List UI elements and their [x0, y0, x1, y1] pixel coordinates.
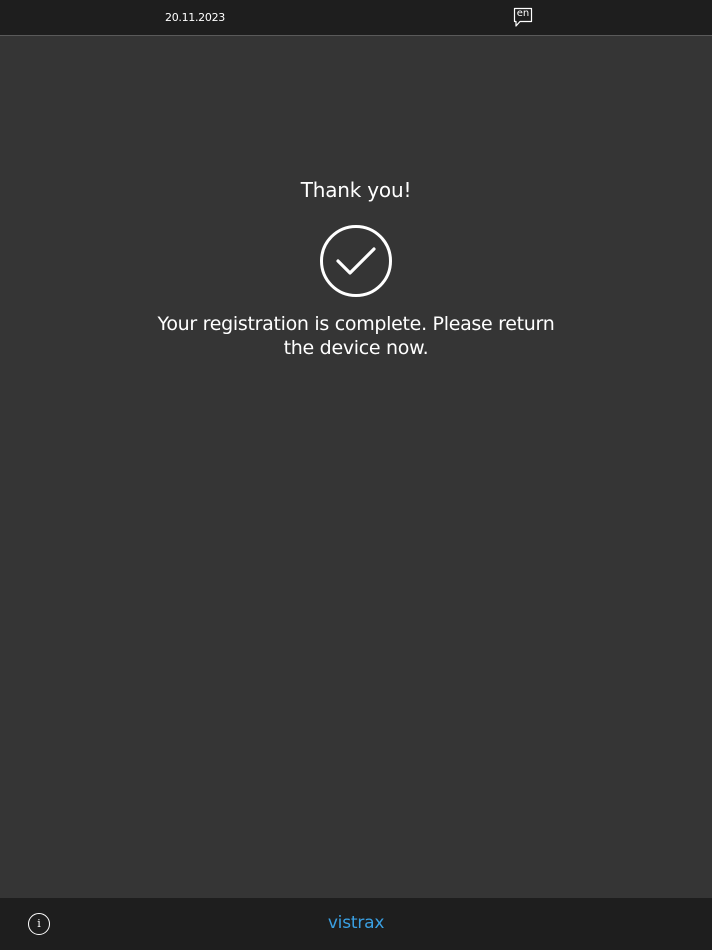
page-title: Thank you! [300, 178, 412, 202]
language-button[interactable]: en [512, 7, 534, 29]
top-bar: 20.11.2023 en [0, 0, 712, 36]
footer-bar: i vistrax [0, 898, 712, 950]
app-screen: 20.11.2023 en Thank you! Your registrati… [0, 0, 712, 950]
confirmation-panel: Thank you! Your registration is complete… [0, 176, 712, 360]
confirmation-message: Your registration is complete. Please re… [157, 313, 555, 359]
brand-logo: vistrax [327, 913, 385, 933]
date-label: 20.11.2023 [165, 11, 225, 24]
language-code: en [516, 8, 530, 19]
checkmark-circle-icon [320, 225, 392, 297]
